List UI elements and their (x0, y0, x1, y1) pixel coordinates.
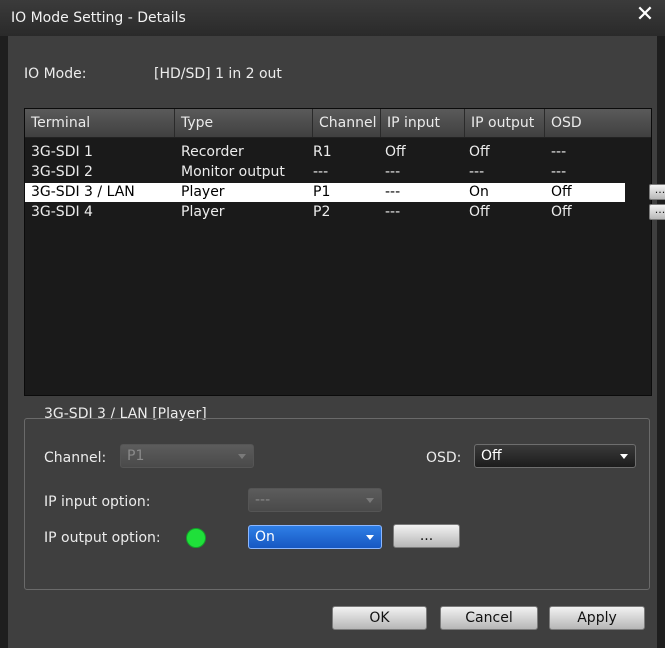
cell-terminal: 3G-SDI 1 (31, 144, 93, 160)
table-header: Terminal Type Channel IP input IP output… (25, 109, 651, 138)
channel-select-value: P1 (127, 448, 145, 464)
row-more-button[interactable]: ... (649, 204, 665, 220)
cell-osd: Off (551, 184, 572, 200)
cancel-button[interactable]: Cancel (440, 606, 538, 630)
close-icon[interactable]: ✕ (631, 1, 659, 29)
ok-button[interactable]: OK (332, 606, 427, 630)
channel-label: Channel: (44, 450, 107, 466)
cell-ip-output: On (469, 184, 489, 200)
ip-output-option-value: On (255, 529, 275, 545)
osd-label: OSD: (426, 450, 462, 466)
column-header-type[interactable]: Type (175, 109, 313, 137)
cell-channel: --- (313, 164, 329, 180)
apply-button[interactable]: Apply (549, 606, 645, 630)
chevron-down-icon (366, 535, 374, 540)
cell-channel: R1 (313, 144, 332, 160)
io-mode-label: IO Mode: (24, 66, 87, 82)
column-header-terminal[interactable]: Terminal (25, 109, 175, 137)
osd-select[interactable]: Off (474, 444, 636, 468)
osd-select-value: Off (481, 448, 502, 464)
chevron-down-icon (620, 454, 628, 459)
column-header-ip-output[interactable]: IP output (465, 109, 545, 137)
column-header-osd[interactable]: OSD (545, 109, 651, 137)
cell-terminal: 3G-SDI 4 (31, 204, 93, 220)
chevron-down-icon (366, 498, 374, 503)
cell-osd: --- (551, 144, 567, 160)
ip-output-option-label: IP output option: (44, 530, 161, 546)
chevron-down-icon (238, 454, 246, 459)
cell-ip-output: Off (469, 204, 490, 220)
table-row[interactable]: 3G-SDI 1 Recorder R1 Off Off --- (25, 143, 625, 162)
cell-ip-input: --- (385, 184, 401, 200)
cell-type: Player (181, 184, 225, 200)
cell-type: Recorder (181, 144, 244, 160)
io-mode-details-dialog: IO Mode Setting - Details ✕ IO Mode: [HD… (0, 0, 665, 648)
title-bar[interactable]: IO Mode Setting - Details ✕ (0, 0, 665, 36)
cell-channel: P2 (313, 204, 331, 220)
table-row[interactable]: 3G-SDI 3 / LAN Player P1 --- On Off (25, 183, 625, 202)
cell-type: Monitor output (181, 164, 285, 180)
channel-select[interactable]: P1 (120, 444, 254, 468)
cell-terminal: 3G-SDI 3 / LAN (31, 184, 135, 200)
ip-input-option-label: IP input option: (44, 494, 151, 510)
ip-input-option-select[interactable]: --- (248, 488, 382, 512)
table-row[interactable]: 3G-SDI 4 Player P2 --- Off Off (25, 203, 625, 222)
ip-output-more-button[interactable]: ... (393, 524, 460, 548)
cell-osd: Off (551, 204, 572, 220)
cell-type: Player (181, 204, 225, 220)
column-header-ip-input[interactable]: IP input (381, 109, 465, 137)
status-indicator-icon (186, 528, 206, 548)
cell-channel: P1 (313, 184, 331, 200)
ip-output-option-select[interactable]: On (248, 525, 382, 549)
cell-ip-input: --- (385, 164, 401, 180)
cell-ip-input: --- (385, 204, 401, 220)
ip-input-option-value: --- (255, 492, 271, 508)
cell-osd: --- (551, 164, 567, 180)
cell-ip-output: --- (469, 164, 485, 180)
row-more-button[interactable]: ... (649, 184, 665, 200)
cell-ip-output: Off (469, 144, 490, 160)
io-mode-value: [HD/SD] 1 in 2 out (154, 66, 282, 82)
column-header-channel[interactable]: Channel (313, 109, 381, 137)
terminal-table: Terminal Type Channel IP input IP output… (24, 108, 665, 396)
dialog-title: IO Mode Setting - Details (11, 10, 186, 26)
cell-ip-input: Off (385, 144, 406, 160)
table-row[interactable]: 3G-SDI 2 Monitor output --- --- --- --- (25, 163, 625, 182)
cell-terminal: 3G-SDI 2 (31, 164, 93, 180)
